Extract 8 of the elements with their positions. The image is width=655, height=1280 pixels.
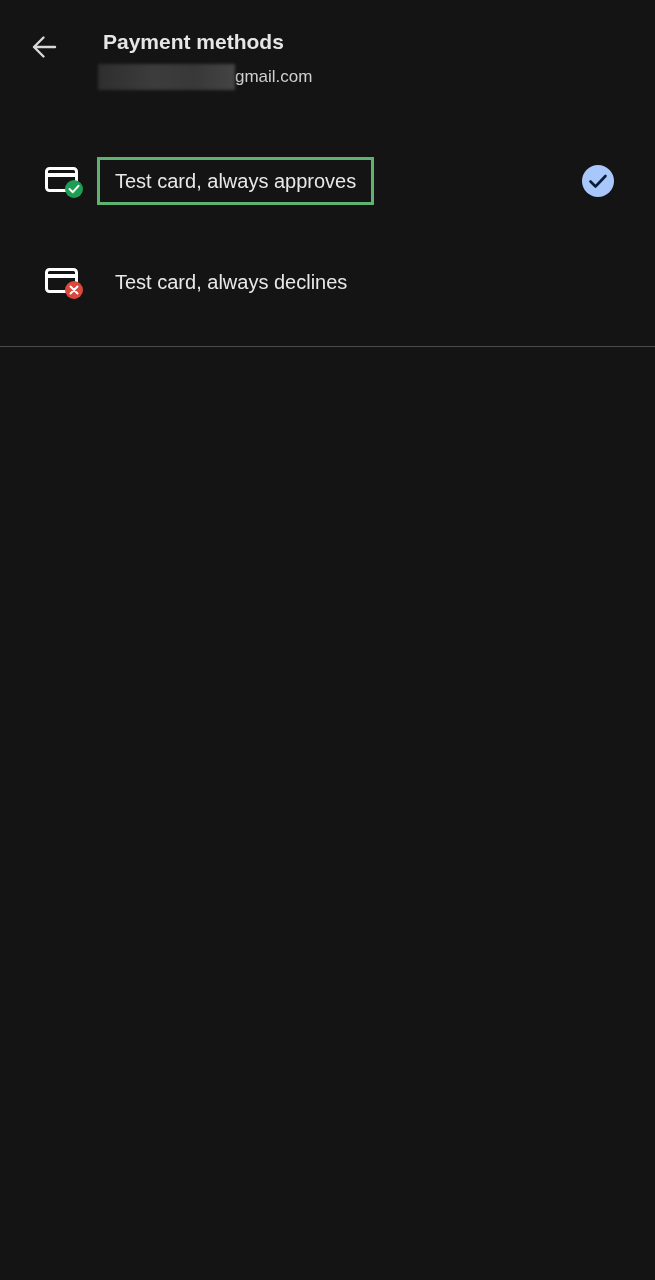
account-email: gmail.com xyxy=(235,66,313,88)
payment-method-option[interactable]: Test card, always approves xyxy=(97,157,375,205)
back-arrow-icon xyxy=(31,35,57,59)
card-check-icon xyxy=(44,164,84,198)
card-cross-icon xyxy=(44,265,84,299)
payment-method-option[interactable]: Test card, always declines xyxy=(97,258,366,306)
page-title: Payment methods xyxy=(103,29,285,55)
back-button[interactable] xyxy=(30,33,58,61)
